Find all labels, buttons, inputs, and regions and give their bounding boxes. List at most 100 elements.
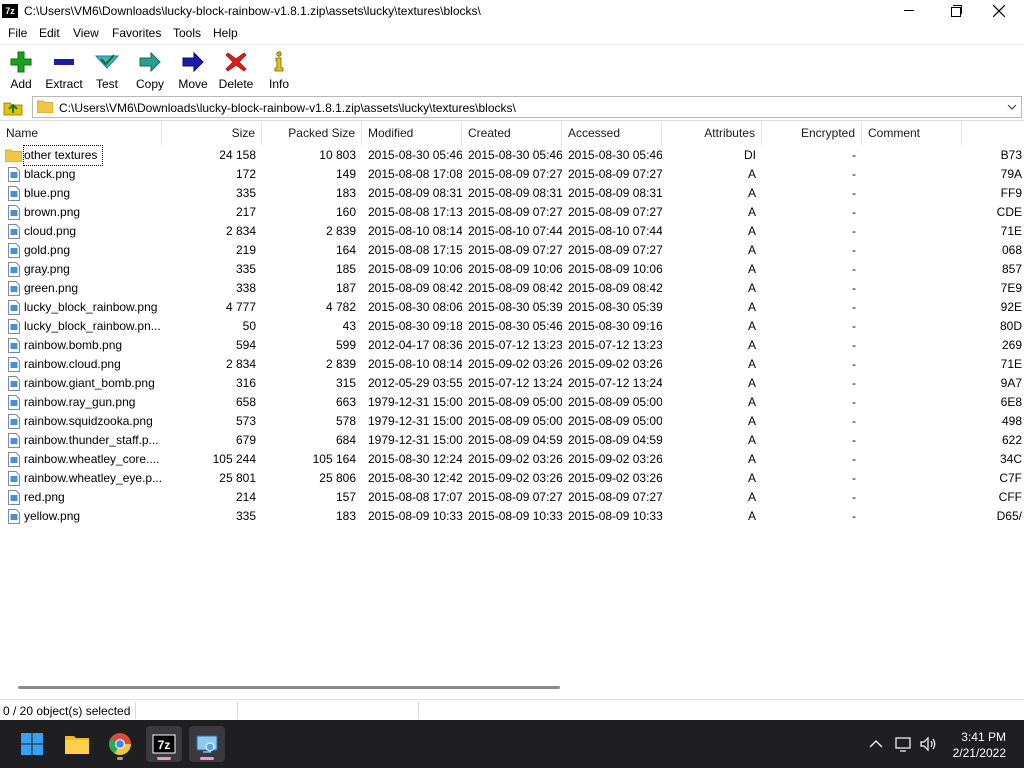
col-size[interactable]: Size <box>162 121 262 145</box>
info-button[interactable]: Info <box>257 49 301 93</box>
test-button[interactable]: Test <box>85 49 129 93</box>
cell-crc: 7E9 <box>1000 281 1022 295</box>
menu-edit[interactable]: Edit <box>39 26 60 40</box>
cell-name: rainbow.thunder_staff.p... <box>24 433 159 447</box>
table-row[interactable]: blue.png 335 183 2015-08-09 08:31 2015-08-09… <box>0 184 1024 203</box>
col-attributes[interactable]: Attributes <box>662 121 762 145</box>
table-row[interactable]: cloud.png 2 834 2 839 2015-08-10 08:14 2015-… <box>0 222 1024 241</box>
network-icon[interactable] <box>893 734 913 754</box>
cell-encrypted: - <box>852 224 856 238</box>
cell-crc: 622 <box>1001 433 1022 447</box>
cell-accessed: 2015-08-09 04:59 <box>568 433 662 447</box>
cell-attributes: A <box>747 281 756 295</box>
table-row[interactable]: rainbow.ray_gun.png 658 663 1979-12-31 15:0… <box>0 393 1024 412</box>
cell-name: gray.png <box>24 262 70 276</box>
cell-size: 2 834 <box>225 357 256 371</box>
table-row[interactable]: other textures 24 158 10 803 2015-08-30 05:… <box>0 145 1024 166</box>
menu-tools[interactable]: Tools <box>173 26 201 40</box>
chevron-down-icon[interactable] <box>1006 101 1018 113</box>
add-button[interactable]: Add <box>0 49 43 93</box>
cell-name: brown.png <box>24 205 81 219</box>
system-clock[interactable]: 3:41 PM 2/21/2022 <box>953 729 1006 761</box>
col-accessed[interactable]: Accessed <box>562 121 662 145</box>
status-divider <box>237 702 238 719</box>
col-crc[interactable] <box>962 121 1024 145</box>
file-explorer-button[interactable] <box>59 726 95 762</box>
maximize-button[interactable] <box>932 0 978 22</box>
table-row[interactable]: rainbow.squidzooka.png 573 578 1979-12-31 1… <box>0 412 1024 431</box>
horizontal-scrollbar[interactable] <box>18 686 560 689</box>
active-indicator <box>200 757 214 760</box>
cell-accessed: 2015-08-10 07:44 <box>568 224 662 238</box>
cell-encrypted: - <box>852 243 856 257</box>
chrome-button[interactable] <box>102 726 138 762</box>
cell-modified: 2015-08-10 08:14 <box>368 224 462 238</box>
table-row[interactable]: green.png 338 187 2015-08-09 08:42 2015-08-0… <box>0 279 1024 298</box>
start-button[interactable] <box>14 726 50 762</box>
menu-favorites[interactable]: Favorites <box>112 26 161 40</box>
minimize-button[interactable] <box>886 0 932 22</box>
table-row[interactable]: gold.png 219 164 2015-08-08 17:15 2015-08-09… <box>0 241 1024 260</box>
col-comment[interactable]: Comment <box>862 121 962 145</box>
cell-attributes: A <box>747 433 756 447</box>
copy-button[interactable]: Copy <box>128 49 172 93</box>
remote-desktop-button[interactable] <box>189 726 225 762</box>
close-button[interactable] <box>976 0 1022 22</box>
cell-crc: CFF <box>998 490 1022 504</box>
col-encrypted[interactable]: Encrypted <box>762 121 862 145</box>
cell-modified: 1979-12-31 15:00 <box>368 414 462 428</box>
table-row[interactable]: rainbow.cloud.png 2 834 2 839 2015-08-10 08… <box>0 355 1024 374</box>
table-row[interactable]: rainbow.giant_bomb.png 316 315 2012-05-29 0… <box>0 374 1024 393</box>
cell-accessed: 2015-08-30 05:46 <box>568 148 662 162</box>
menu-view[interactable]: View <box>73 26 99 40</box>
table-row[interactable]: lucky_block_rainbow.pn... 50 43 2015-08-30 … <box>0 317 1024 336</box>
table-row[interactable]: red.png 214 157 2015-08-08 17:07 2015-08-09 … <box>0 488 1024 507</box>
table-row[interactable]: rainbow.bomb.png 594 599 2012-04-17 08:36 20… <box>0 336 1024 355</box>
cell-packed-size: 183 <box>335 186 356 200</box>
table-row[interactable]: rainbow.wheatley_eye.p... 25 801 25 806 201… <box>0 469 1024 488</box>
cell-size: 335 <box>235 186 256 200</box>
cell-accessed: 2015-08-09 07:27 <box>568 243 662 257</box>
path-input[interactable]: C:\Users\VM6\Downloads\lucky-block-rainb… <box>32 96 1022 118</box>
table-row[interactable]: rainbow.wheatley_core.... 105 244 105 164 2… <box>0 450 1024 469</box>
cell-created: 2015-07-12 13:23 <box>468 338 562 352</box>
cell-name: other textures <box>23 145 103 166</box>
menu-help[interactable]: Help <box>213 26 238 40</box>
address-bar: C:\Users\VM6\Downloads\lucky-block-rainb… <box>0 96 1024 118</box>
table-row[interactable]: black.png 172 149 2015-08-08 17:08 2015-08-0… <box>0 165 1024 184</box>
col-packed-size[interactable]: Packed Size <box>262 121 362 145</box>
cell-created: 2015-08-30 05:39 <box>468 300 562 314</box>
cell-created: 2015-08-09 04:59 <box>468 433 562 447</box>
cell-packed-size: 105 164 <box>312 452 356 466</box>
table-row[interactable]: gray.png 335 185 2015-08-09 10:06 2015-08-09… <box>0 260 1024 279</box>
cell-encrypted: - <box>852 490 856 504</box>
cell-modified: 2015-08-30 12:42 <box>368 471 462 485</box>
cell-size: 2 834 <box>225 224 256 238</box>
taskbar: 7z 3:41 PM 2/21/2022 <box>0 720 1024 768</box>
folder-up-icon[interactable] <box>3 97 23 117</box>
table-row[interactable]: lucky_block_rainbow.png 4 777 4 782 2015-08… <box>0 298 1024 317</box>
cell-encrypted: - <box>852 338 856 352</box>
cell-size: 25 801 <box>219 471 256 485</box>
cell-packed-size: 684 <box>335 433 356 447</box>
move-button[interactable]: Move <box>171 49 215 93</box>
menu-file[interactable]: File <box>8 26 27 40</box>
chevron-up-icon[interactable] <box>866 734 886 754</box>
table-row[interactable]: rainbow.thunder_staff.p... 679 684 1979-12-… <box>0 431 1024 450</box>
cell-size: 594 <box>235 338 256 352</box>
cell-crc: D65/ <box>996 509 1022 523</box>
extract-button[interactable]: Extract <box>42 49 86 93</box>
table-row[interactable]: brown.png 217 160 2015-08-08 17:13 2015-08-0… <box>0 203 1024 222</box>
col-modified[interactable]: Modified <box>362 121 462 145</box>
table-row[interactable]: yellow.png 335 183 2015-08-09 10:33 2015-08-… <box>0 507 1024 526</box>
delete-button[interactable]: Delete <box>214 49 258 93</box>
cell-modified: 1979-12-31 15:00 <box>368 395 462 409</box>
col-name[interactable]: Name <box>0 121 162 145</box>
col-created[interactable]: Created <box>462 121 562 145</box>
volume-icon[interactable] <box>918 734 938 754</box>
cell-encrypted: - <box>852 186 856 200</box>
cell-name: rainbow.squidzooka.png <box>24 414 153 428</box>
7zip-taskbar-button[interactable]: 7z <box>146 726 182 762</box>
title-bar[interactable]: 7z C:\Users\VM6\Downloads\lucky-block-ra… <box>0 0 1024 22</box>
file-list[interactable]: Name Size Packed Size Modified Created A… <box>0 120 1024 698</box>
